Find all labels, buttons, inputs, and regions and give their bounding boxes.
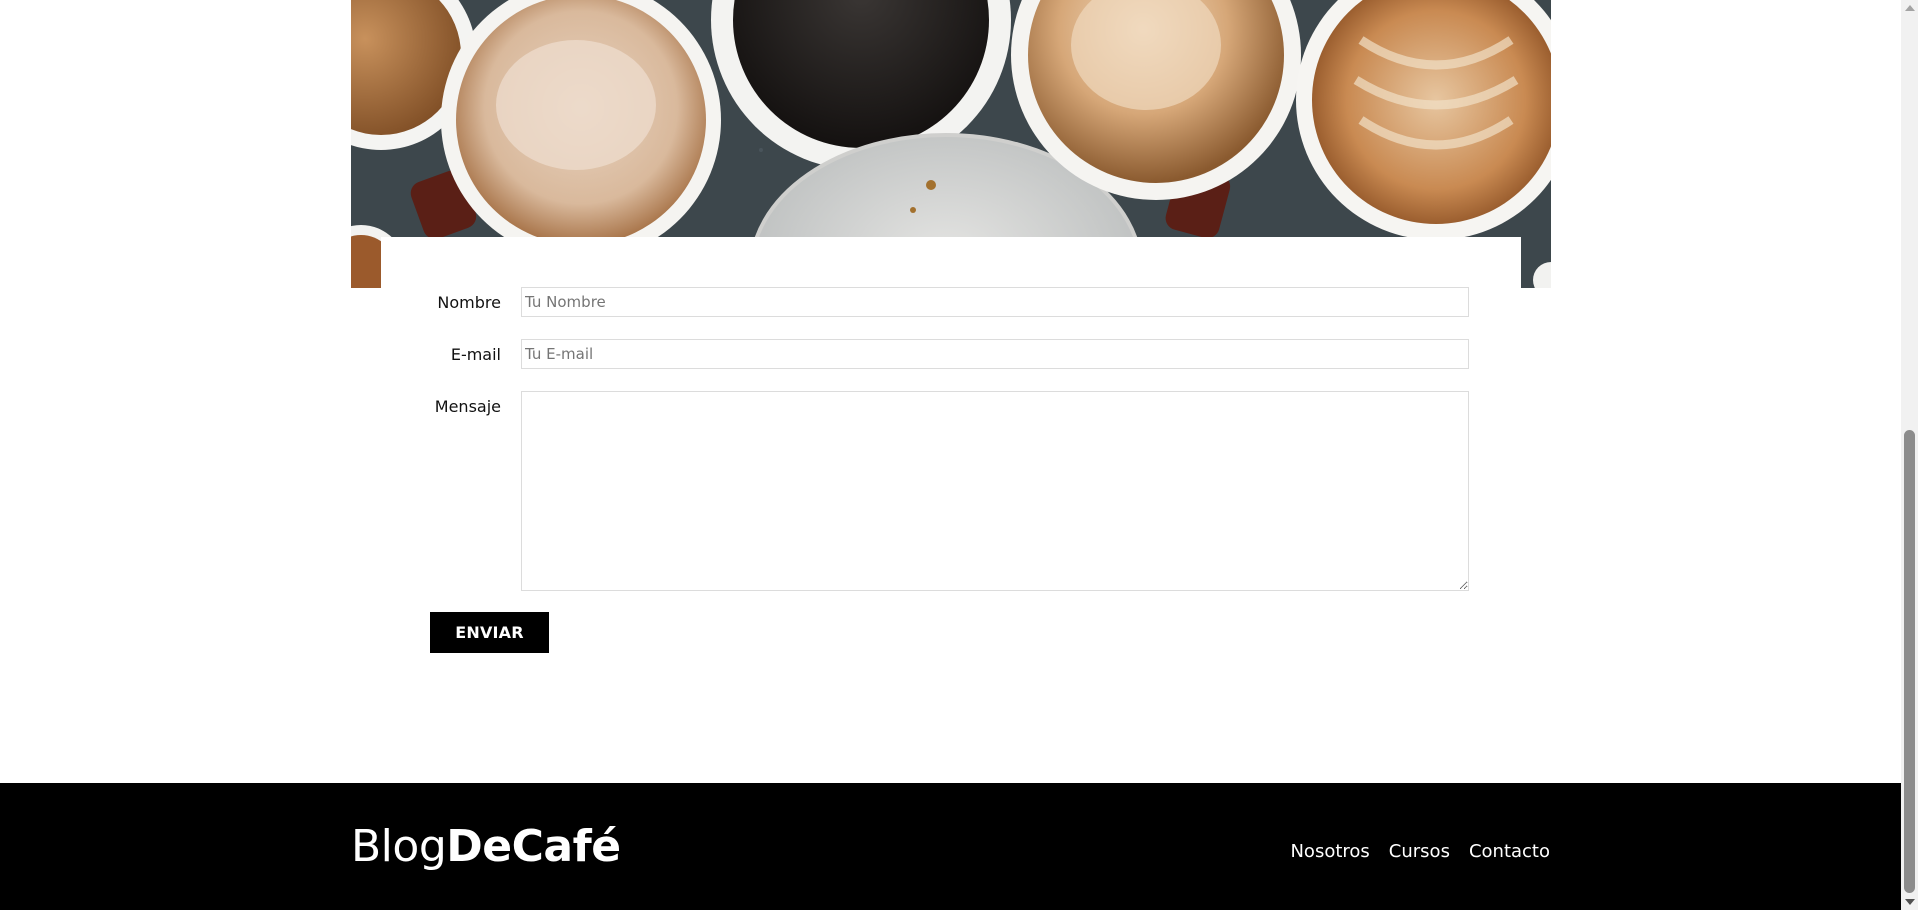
page: Nombre E-mail Mensaje ENVIAR BlogDeCafé … bbox=[0, 0, 1918, 910]
name-label: Nombre bbox=[437, 293, 501, 312]
footer-link-nosotros[interactable]: Nosotros bbox=[1290, 841, 1369, 862]
footer-link-contacto[interactable]: Contacto bbox=[1469, 841, 1550, 862]
message-textarea[interactable] bbox=[521, 391, 1469, 591]
email-label: E-mail bbox=[450, 345, 501, 364]
contact-form: Nombre E-mail Mensaje ENVIAR bbox=[381, 237, 1521, 697]
footer: BlogDeCafé Nosotros Cursos Contacto bbox=[0, 783, 1901, 910]
scroll-down-arrow-icon[interactable] bbox=[1905, 899, 1915, 905]
email-input[interactable] bbox=[521, 339, 1469, 369]
logo-bold-text: DeCafé bbox=[446, 821, 621, 872]
footer-link-cursos[interactable]: Cursos bbox=[1389, 841, 1450, 862]
logo-light-text: Blog bbox=[351, 821, 447, 872]
footer-nav: Nosotros Cursos Contacto bbox=[1290, 841, 1550, 862]
footer-logo[interactable]: BlogDeCafé bbox=[351, 825, 621, 869]
message-label: Mensaje bbox=[434, 397, 501, 416]
submit-button[interactable]: ENVIAR bbox=[430, 612, 549, 653]
vertical-scrollbar[interactable] bbox=[1901, 0, 1918, 910]
scrollbar-thumb[interactable] bbox=[1904, 430, 1915, 893]
scroll-up-arrow-icon[interactable] bbox=[1905, 5, 1915, 11]
name-input[interactable] bbox=[521, 287, 1469, 317]
